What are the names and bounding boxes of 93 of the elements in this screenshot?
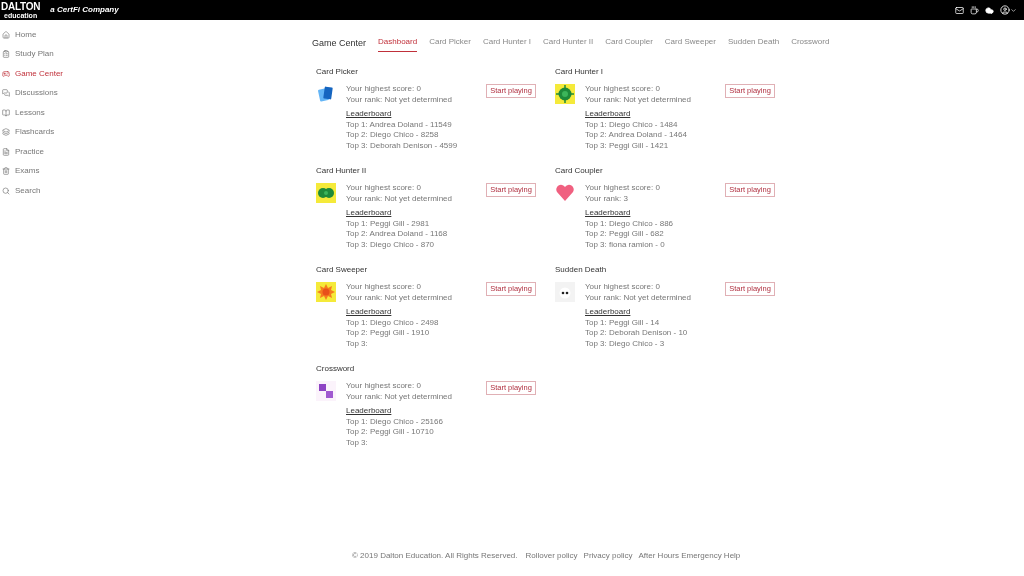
heart-icon (555, 183, 575, 203)
tab[interactable]: Crossword (791, 36, 830, 52)
rank-text: Your rank: Not yet determined (346, 292, 453, 303)
tab[interactable]: Card Sweeper (664, 36, 716, 52)
footer-link[interactable]: Privacy policy (583, 550, 633, 562)
leaderboard-entry: Top 1: Diego Chico - 2498 (346, 317, 440, 328)
sidebar-item[interactable]: Flashcards (0, 122, 150, 142)
score-text: Your highest score: 0 (585, 282, 661, 293)
tab[interactable]: Sudden Death (727, 36, 780, 52)
clipboard-icon (2, 50, 10, 59)
book-icon (2, 108, 10, 117)
leaderboard-entry: Top 3: Deborah Denison - 4599 (346, 140, 459, 151)
leaderboard-entry: Top 2: Peggi Gill - 1910 (346, 328, 431, 339)
cards-icon (2, 128, 10, 137)
target-icon (555, 84, 575, 104)
leaderboard-heading: Leaderboard (346, 208, 392, 219)
score-text: Your highest score: 0 (346, 282, 422, 293)
sidebar-item[interactable]: Exams (0, 161, 150, 181)
leaderboard-entry: Top 3: Diego Chico - 3 (585, 338, 666, 349)
leaderboard-entry: Top 2: Peggi Gill - 682 (585, 229, 665, 240)
leaderboard-heading: Leaderboard (346, 406, 392, 417)
cloud-icon[interactable] (985, 5, 994, 15)
footer-link[interactable]: Rollover policy (525, 550, 578, 562)
sidebar-item[interactable]: Study Plan (0, 44, 150, 64)
leaderboard-entry: Top 3: fiona ramion - 0 (585, 239, 666, 250)
leaderboard-heading: Leaderboard (346, 109, 392, 120)
squares-icon (316, 381, 336, 401)
rank-text: Your rank: Not yet determined (346, 94, 453, 105)
cup-icon[interactable] (970, 5, 979, 15)
sidebar-item[interactable]: Search (0, 181, 150, 201)
score-text: Your highest score: 0 (346, 183, 422, 194)
sidebar-item[interactable]: Game Center (0, 64, 150, 84)
rank-text: Your rank: Not yet determined (585, 94, 692, 105)
leaderboard-entry: Top 2: Peggi Gill - 10710 (346, 427, 435, 438)
page-title: Game Center (312, 37, 367, 51)
score-text: Your highest score: 0 (585, 84, 661, 95)
game-title: Card Sweeper (316, 264, 369, 276)
leaderboard-entry: Top 1: Andrea Doland - 11549 (346, 119, 453, 130)
user-icon[interactable] (1000, 5, 1010, 15)
leaderboard-entry: Top 1: Diego Chico - 886 (585, 218, 675, 229)
leaderboard-entry: Top 1: Peggi Gill - 2981 (346, 218, 431, 229)
rank-text: Your rank: Not yet determined (346, 391, 453, 402)
leaderboard-entry: Top 3: (346, 437, 369, 448)
rank-text: Your rank: Not yet determined (585, 292, 692, 303)
leaderboard-entry: Top 2: Deborah Denison - 10 (585, 328, 689, 339)
leaderboard-heading: Leaderboard (585, 109, 631, 120)
leaderboard-heading: Leaderboard (585, 208, 631, 219)
score-text: Your highest score: 0 (585, 183, 661, 194)
score-text: Your highest score: 0 (346, 84, 422, 95)
trash-icon (2, 167, 10, 176)
tagline: a CertFi Company (50, 4, 119, 16)
tab[interactable]: Card Picker (429, 36, 471, 52)
mail-icon[interactable] (955, 5, 964, 15)
leaderboard-entry: Top 1: Peggi Gill - 14 (585, 317, 661, 328)
game-title: Sudden Death (555, 264, 608, 276)
game-title: Card Coupler (555, 165, 604, 177)
rank-text: Your rank: 3 (585, 193, 629, 204)
leaderboard-entry: Top 2: Andrea Doland - 1464 (585, 130, 688, 141)
tab[interactable]: Card Coupler (605, 36, 653, 52)
tab[interactable]: Card Hunter I (482, 36, 531, 52)
sun-icon (316, 282, 336, 302)
ghost-icon (555, 282, 575, 302)
search-icon (2, 186, 10, 195)
double-target-icon (316, 183, 336, 203)
sidebar-item[interactable]: Home (0, 25, 150, 45)
footer-link[interactable]: After Hours Emergency Help (638, 550, 741, 562)
gamepad-icon (2, 69, 10, 78)
leaderboard-entry: Top 3: Diego Chico - 870 (346, 239, 436, 250)
sidebar-item[interactable]: Lessons (0, 103, 150, 123)
document-icon (2, 147, 10, 156)
leaderboard-heading: Leaderboard (346, 307, 392, 318)
leaderboard-entry: Top 3: (346, 338, 369, 349)
game-title: Card Hunter I (555, 66, 605, 78)
leaderboard-entry: Top 2: Andrea Doland - 1168 (346, 229, 449, 240)
tab[interactable]: Dashboard (378, 36, 418, 52)
home-icon (2, 30, 10, 39)
game-title: Card Picker (316, 66, 359, 78)
sidebar-item[interactable]: Practice (0, 142, 150, 162)
sidebar-item[interactable]: Discussions (0, 83, 150, 103)
copyright-text: © 2019 Dalton Education. All Rights Reserved. (352, 550, 518, 562)
leaderboard-entry: Top 3: Peggi Gill - 1421 (585, 140, 670, 151)
chat-icon (2, 89, 10, 98)
score-text: Your highest score: 0 (346, 381, 422, 392)
leaderboard-entry: Top 1: Diego Chico - 1484 (585, 119, 679, 130)
leaderboard-entry: Top 2: Diego Chico - 8258 (346, 130, 440, 141)
game-title: Card Hunter II (316, 165, 368, 177)
dropdown-caret-icon[interactable] (1010, 6, 1017, 14)
leaderboard-heading: Leaderboard (585, 307, 631, 318)
cards-icon (316, 84, 336, 104)
leaderboard-entry: Top 1: Diego Chico - 25166 (346, 416, 444, 427)
rank-text: Your rank: Not yet determined (346, 193, 453, 204)
tab[interactable]: Card Hunter II (543, 36, 594, 52)
game-title: Crossword (316, 363, 356, 375)
